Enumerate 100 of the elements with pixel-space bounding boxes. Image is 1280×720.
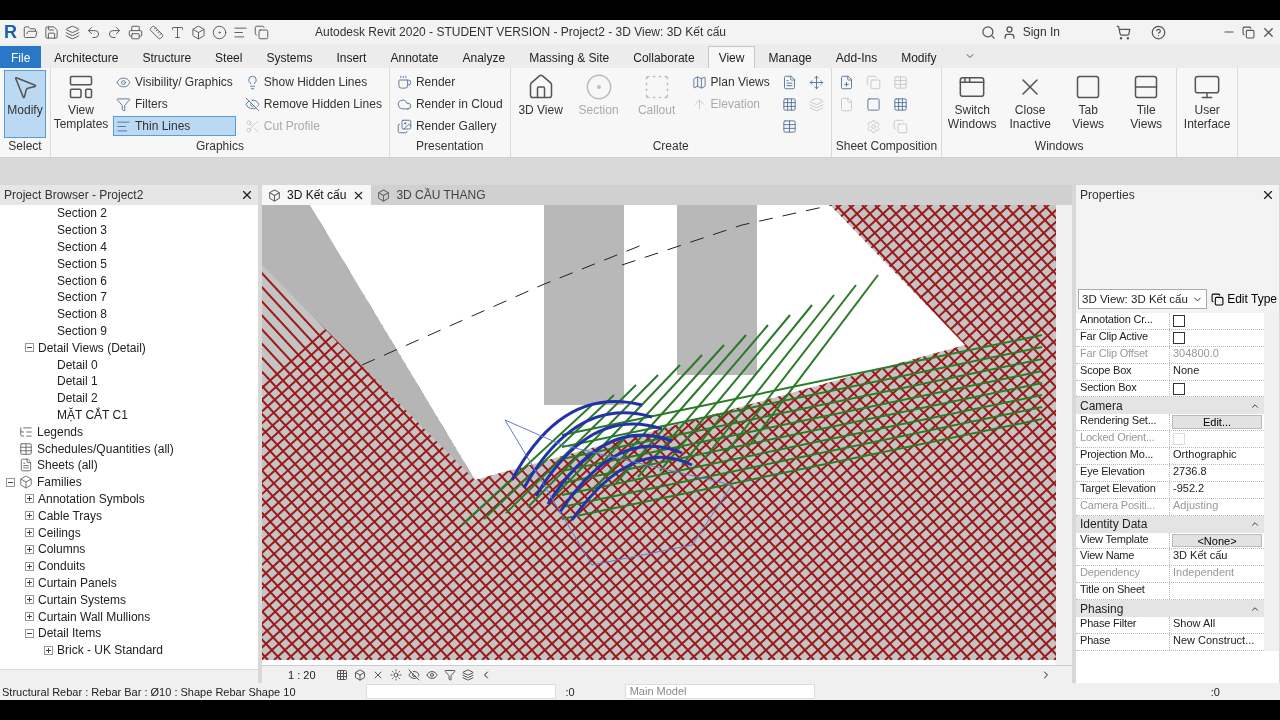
ribbon-button[interactable]: View Templates <box>55 70 107 136</box>
toolbar-icon[interactable] <box>212 24 227 40</box>
tree-item[interactable]: Curtain Wall Mullions <box>38 609 151 624</box>
tree-item[interactable]: Cable Trays <box>38 508 103 523</box>
restore-icon[interactable] <box>1242 25 1255 39</box>
close-icon[interactable] <box>240 188 254 202</box>
ribbon-tab[interactable]: Modify <box>890 46 948 68</box>
ribbon-button[interactable]: Close Inactive <box>1004 70 1057 136</box>
ribbon-tab[interactable]: Insert <box>325 46 378 68</box>
tree-item[interactable]: Section 6 <box>57 273 108 288</box>
tree-item[interactable]: Detail 0 <box>57 357 98 372</box>
ribbon-button[interactable]: Render <box>393 72 506 92</box>
toolbar-icon[interactable] <box>44 24 59 40</box>
tree-item[interactable]: Curtain Panels <box>38 575 117 590</box>
file-tab[interactable]: File <box>0 46 42 68</box>
toolbar-icon[interactable] <box>86 24 101 40</box>
tree-item[interactable]: Detail Views (Detail) <box>38 340 146 355</box>
view-control-icon[interactable] <box>389 668 402 681</box>
expand-icon[interactable] <box>25 612 34 621</box>
expand-icon[interactable] <box>25 511 34 521</box>
tree-item[interactable]: Detail Items <box>38 626 102 641</box>
category-header[interactable]: Phasing <box>1080 601 1124 616</box>
ribbon-button[interactable]: User Interface <box>1181 70 1234 136</box>
ribbon-button[interactable]: Visibility/ Graphics <box>113 72 236 92</box>
expand-icon[interactable] <box>25 528 34 538</box>
sign-in-link[interactable]: Sign In <box>1022 25 1060 39</box>
tree-item[interactable]: Section 8 <box>57 307 108 322</box>
toolbar-icon[interactable] <box>191 24 206 40</box>
tree-item[interactable]: Schedules/Quantities (all) <box>37 441 174 456</box>
expand-icon[interactable] <box>25 578 34 588</box>
toolbar-icon[interactable] <box>128 24 143 40</box>
expand-icon[interactable] <box>44 645 53 655</box>
view-control-icon[interactable] <box>461 668 474 681</box>
close-icon[interactable] <box>1261 188 1275 202</box>
view-control-icon[interactable] <box>443 668 456 681</box>
property-button[interactable]: <None> <box>1172 533 1262 548</box>
expand-icon[interactable] <box>25 561 34 571</box>
property-value[interactable]: 2736.8 <box>1170 465 1264 481</box>
property-value[interactable]: -952.2 <box>1170 481 1264 498</box>
checkbox[interactable] <box>1173 382 1185 395</box>
ribbon-tab[interactable]: Manage <box>757 46 823 68</box>
design-option-field[interactable] <box>365 684 556 699</box>
expand-icon[interactable] <box>25 544 34 554</box>
tree-item[interactable]: Section 2 <box>57 206 108 221</box>
checkbox[interactable] <box>1173 315 1185 327</box>
ribbon-button[interactable]: Render Gallery <box>393 116 506 136</box>
tree-item[interactable]: Section 3 <box>57 223 108 238</box>
category-header[interactable]: Camera <box>1080 398 1123 413</box>
ribbon-tab[interactable]: Systems <box>255 46 324 68</box>
workset-field[interactable]: Main Model <box>624 684 815 699</box>
ribbon-button[interactable]: Show Hidden Lines <box>241 72 385 92</box>
ribbon-button[interactable]: Tab Views <box>1062 70 1115 136</box>
ribbon-button[interactable]: Tile Views <box>1120 70 1173 136</box>
tree-item[interactable]: Conduits <box>38 559 86 574</box>
collapse-icon[interactable] <box>6 477 15 487</box>
app-logo[interactable]: R <box>4 21 17 43</box>
toolbar-icon[interactable] <box>65 24 80 40</box>
ribbon-button[interactable]: Switch Windows <box>946 70 999 136</box>
user-icon[interactable] <box>1001 24 1017 40</box>
ribbon-button[interactable]: Remove Hidden Lines <box>241 94 385 114</box>
ribbon-tab[interactable]: Architecture <box>43 46 130 68</box>
toolbar-icon[interactable] <box>149 24 164 40</box>
property-value[interactable]: 3D Kết cấu <box>1170 549 1264 566</box>
type-name[interactable]: 3D View: 3D Kết cấu <box>1082 293 1188 305</box>
document-tab[interactable]: 3D CẦU THANG <box>371 185 492 205</box>
tree-item[interactable]: Section 7 <box>57 290 108 305</box>
toolbar-icon[interactable] <box>107 24 122 40</box>
view-control-icon[interactable] <box>425 668 438 681</box>
ribbon-button[interactable]: Filters <box>113 94 236 114</box>
search-icon[interactable] <box>980 24 996 40</box>
tree-item[interactable]: Detail 1 <box>57 374 98 389</box>
toolbar-icon[interactable] <box>233 24 248 40</box>
ribbon-tab[interactable]: View <box>707 46 756 68</box>
tree-item[interactable]: Detail 2 <box>57 391 98 406</box>
tree-item[interactable]: Legends <box>37 424 84 439</box>
ribbon-tab[interactable]: Steel <box>204 46 254 68</box>
vertical-scrollbar[interactable] <box>1264 313 1279 651</box>
ribbon-tab[interactable]: Analyze <box>451 46 517 68</box>
checkbox[interactable] <box>1173 331 1185 344</box>
horizontal-scrollbar[interactable] <box>0 669 258 683</box>
tree-item[interactable]: Section 4 <box>57 240 108 254</box>
ribbon-button[interactable]: Render in Cloud <box>393 94 506 114</box>
property-value[interactable]: New Construct... <box>1170 633 1264 650</box>
collapse-icon[interactable] <box>25 628 34 638</box>
tree-item[interactable]: Columns <box>38 542 86 557</box>
tree-item[interactable]: Ceilings <box>38 525 81 540</box>
tree-item[interactable]: Section 9 <box>57 323 108 338</box>
edit-type-button[interactable]: Edit Type <box>1211 292 1277 306</box>
vertical-scrollbar[interactable] <box>1056 205 1072 665</box>
toolbar-icon[interactable] <box>254 24 269 40</box>
view-control-icon[interactable] <box>407 668 420 681</box>
toolbar-icon[interactable] <box>170 24 185 40</box>
tree-item[interactable]: MẶT CẮT C1 <box>57 407 128 422</box>
ribbon-tab[interactable]: Add-Ins <box>824 46 889 68</box>
help-icon[interactable] <box>1151 24 1166 40</box>
toolbar-icon[interactable] <box>23 24 38 40</box>
ribbon-button[interactable]: 3D View <box>514 70 567 136</box>
tree-item[interactable]: Annotation Symbols <box>38 491 145 506</box>
ribbon-tab[interactable]: Collaborate <box>622 46 706 68</box>
ribbon-tab[interactable]: Massing & Site <box>518 46 621 68</box>
